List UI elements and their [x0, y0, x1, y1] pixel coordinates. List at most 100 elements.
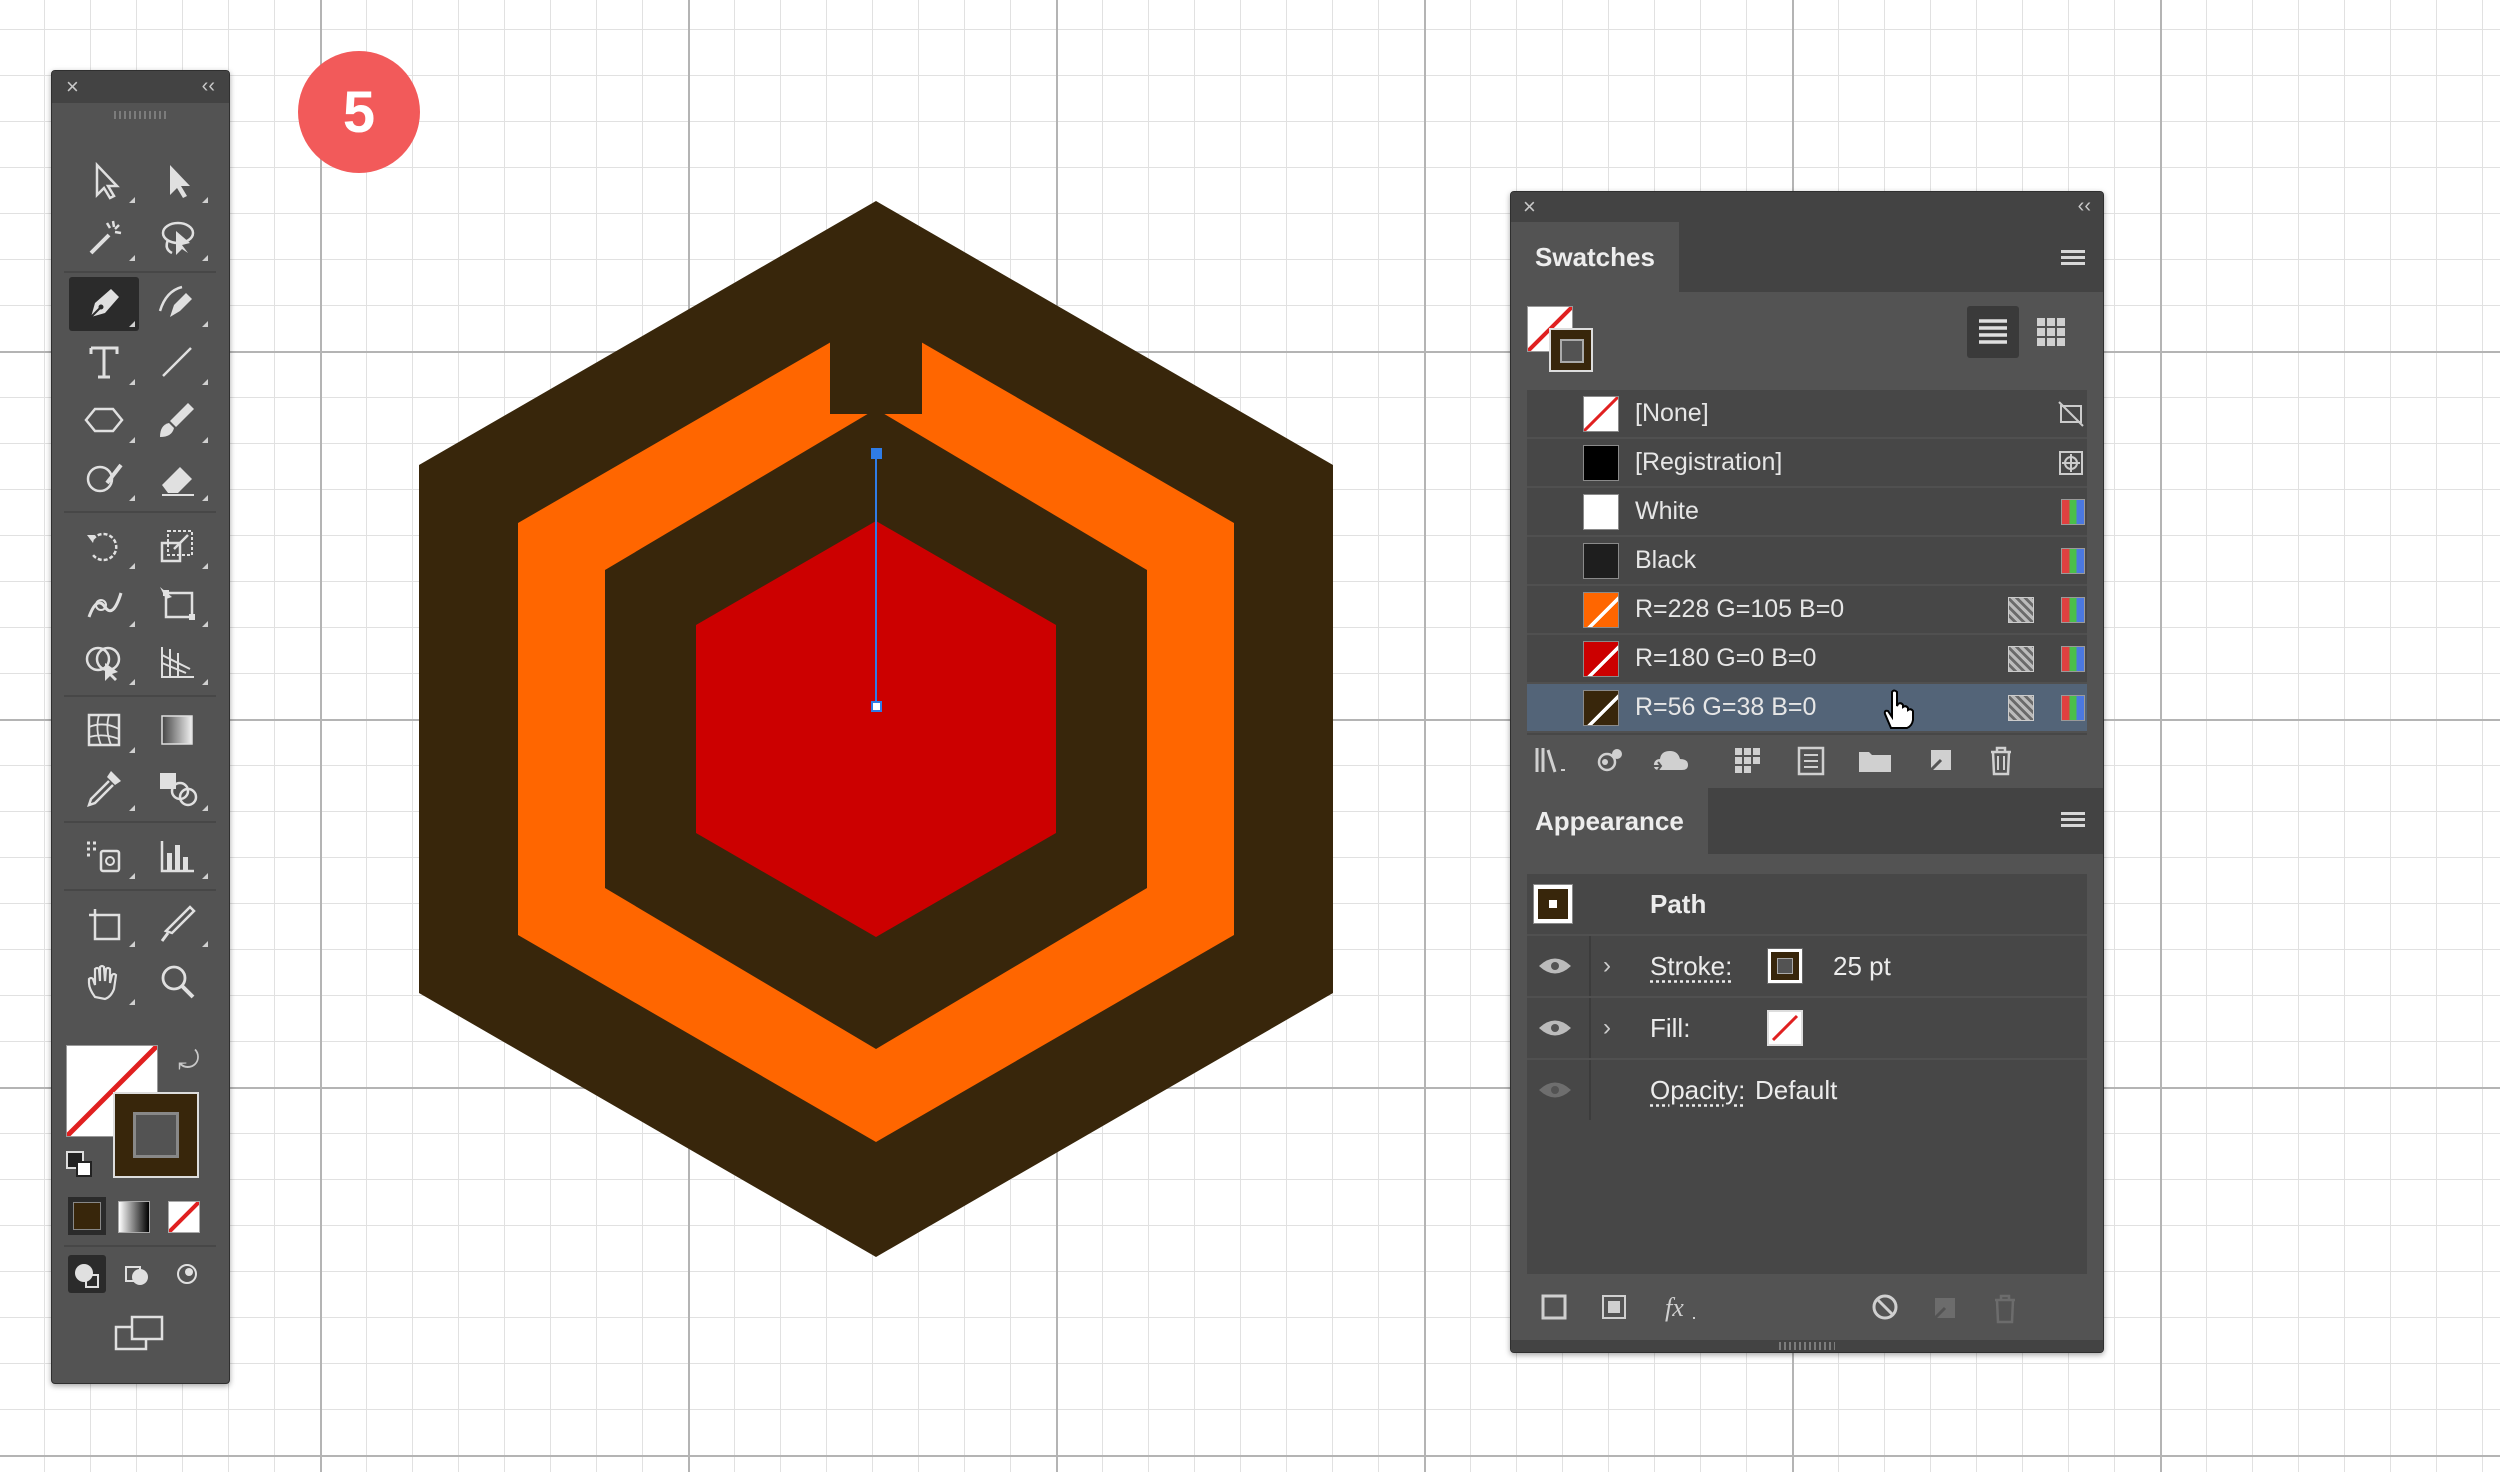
selection-tool[interactable] [69, 153, 139, 207]
shape-builder-tool[interactable] [69, 635, 139, 689]
draw-normal-button[interactable] [68, 1255, 106, 1293]
swatch-row-orange[interactable]: R=228 G=105 B=0 [1527, 586, 2087, 635]
tools-divider [64, 511, 216, 513]
stroke-label[interactable]: Stroke: [1650, 951, 1732, 982]
stroke-color-chip[interactable] [1767, 948, 1803, 984]
clear-appearance-icon[interactable] [1865, 1290, 1905, 1326]
add-used-colors-icon[interactable] [1591, 742, 1631, 778]
slice-tool[interactable] [142, 897, 212, 951]
hand-tool[interactable] [69, 955, 139, 1009]
fill-color-chip[interactable] [1767, 1010, 1803, 1046]
gradient-mode-button[interactable] [118, 1201, 150, 1233]
swatch-libraries-icon[interactable] [1531, 742, 1571, 778]
shape-builder-icon [85, 646, 121, 681]
visibility-eye-icon[interactable] [1537, 1017, 1573, 1039]
appearance-path-row[interactable]: Path [1527, 874, 2087, 936]
appearance-fill-row[interactable]: › Fill: [1527, 998, 2087, 1060]
close-icon[interactable]: × [66, 76, 79, 98]
hexagon-artwork[interactable] [419, 201, 1335, 1257]
new-swatch-icon[interactable] [1921, 742, 1961, 778]
show-swatch-kinds-icon[interactable] [1729, 742, 1769, 778]
swatch-row-none[interactable]: [None] [1527, 390, 2087, 439]
warp-icon [87, 592, 123, 618]
color-mode-button[interactable] [68, 1197, 106, 1235]
lasso-icon [161, 221, 195, 255]
panel-resize-grip[interactable] [1779, 1342, 1835, 1350]
symbol-sprayer-tool[interactable] [69, 829, 139, 883]
rotate-icon [87, 532, 118, 562]
fill-label[interactable]: Fill: [1650, 1013, 1690, 1044]
magic-wand-icon [89, 220, 122, 255]
grid-view-icon [2037, 318, 2065, 346]
artboard-tool[interactable] [69, 897, 139, 951]
warp-tool[interactable] [69, 577, 139, 631]
visibility-eye-icon[interactable] [1537, 955, 1573, 977]
tab-swatches[interactable]: Swatches [1511, 222, 1679, 292]
appearance-list: Path › Stroke: 25 pt › Fill: Opacity: De… [1527, 874, 2087, 1274]
eraser-tool[interactable] [142, 451, 212, 505]
add-new-stroke-icon[interactable] [1535, 1290, 1575, 1326]
swatch-options-icon[interactable] [1791, 742, 1831, 778]
line-segment-tool[interactable] [142, 335, 212, 389]
rotate-tool[interactable] [69, 519, 139, 573]
curvature-tool[interactable] [142, 277, 212, 331]
close-icon[interactable]: × [1523, 196, 1536, 218]
column-graph-tool[interactable] [142, 829, 212, 883]
perspective-grid-tool[interactable] [142, 635, 212, 689]
collapse-icon[interactable]: ‹‹ [2078, 195, 2091, 217]
draw-inside-button[interactable] [168, 1255, 206, 1293]
opacity-label[interactable]: Opacity: [1650, 1075, 1745, 1106]
list-view-button[interactable] [1967, 306, 2019, 358]
swatch-chip [1583, 591, 1619, 628]
swatch-row-registration[interactable]: [Registration] [1527, 439, 2087, 488]
expand-stroke-chevron-icon[interactable]: › [1603, 952, 1611, 980]
paintbrush-tool[interactable] [142, 393, 212, 447]
pen-tool[interactable] [69, 277, 139, 331]
appearance-opacity-row[interactable]: Opacity: Default [1527, 1060, 2087, 1120]
direct-selection-tool[interactable] [142, 153, 212, 207]
appearance-menu-icon[interactable] [2061, 812, 2085, 830]
swatch-row-black[interactable]: Black [1527, 537, 2087, 586]
swatch-chip [1583, 444, 1619, 481]
grid-view-button[interactable] [2025, 306, 2077, 358]
cloud-libraries-icon[interactable] [1651, 742, 1691, 778]
add-new-fill-icon[interactable] [1595, 1290, 1635, 1326]
collapse-icon[interactable]: ‹‹ [202, 75, 215, 97]
swatch-row-dark-brown[interactable]: R=56 G=38 B=0 [1527, 684, 2087, 733]
swap-fill-stroke-icon[interactable]: ⤾ [178, 1047, 200, 1073]
object-type-label: Path [1650, 888, 1707, 919]
swatches-menu-icon[interactable] [2061, 250, 2085, 268]
lasso-tool[interactable] [142, 211, 212, 265]
mesh-tool[interactable] [69, 703, 139, 757]
swatch-row-white[interactable]: White [1527, 488, 2087, 537]
magic-wand-tool[interactable] [69, 211, 139, 265]
shaper-tool[interactable] [69, 451, 139, 505]
expand-fill-chevron-icon[interactable]: › [1603, 1014, 1611, 1042]
stroke-weight-value[interactable]: 25 pt [1833, 951, 1891, 982]
opacity-value[interactable]: Default [1755, 1075, 1837, 1106]
draw-behind-button[interactable] [118, 1255, 156, 1293]
blend-tool[interactable] [142, 761, 212, 815]
eyedropper-tool[interactable] [69, 761, 139, 815]
scale-tool[interactable] [142, 519, 212, 573]
new-color-group-icon[interactable] [1855, 742, 1895, 778]
polygon-tool[interactable] [69, 393, 139, 447]
none-mode-button[interactable] [168, 1201, 200, 1233]
panel-grip[interactable] [114, 111, 166, 119]
gradient-tool[interactable] [142, 703, 212, 757]
swatch-row-red[interactable]: R=180 G=0 B=0 [1527, 635, 2087, 684]
rgb-mode-icon [2061, 498, 2085, 525]
type-tool[interactable] [69, 335, 139, 389]
delete-swatch-icon[interactable] [1981, 742, 2021, 778]
stroke-swatch[interactable] [113, 1092, 199, 1178]
free-transform-tool[interactable] [142, 577, 212, 631]
swatches-stroke-proxy[interactable] [1549, 328, 1593, 372]
swatch-name: R=180 G=0 B=0 [1635, 644, 1817, 672]
zoom-tool[interactable] [142, 955, 212, 1009]
screen-mode-button[interactable] [112, 1311, 168, 1357]
tab-appearance[interactable]: Appearance [1511, 788, 1708, 854]
swatch-name: White [1635, 497, 1699, 525]
add-new-effect-icon[interactable]: fx [1661, 1290, 1701, 1326]
default-fill-stroke-icon[interactable] [66, 1151, 94, 1177]
appearance-stroke-row[interactable]: › Stroke: 25 pt [1527, 936, 2087, 998]
